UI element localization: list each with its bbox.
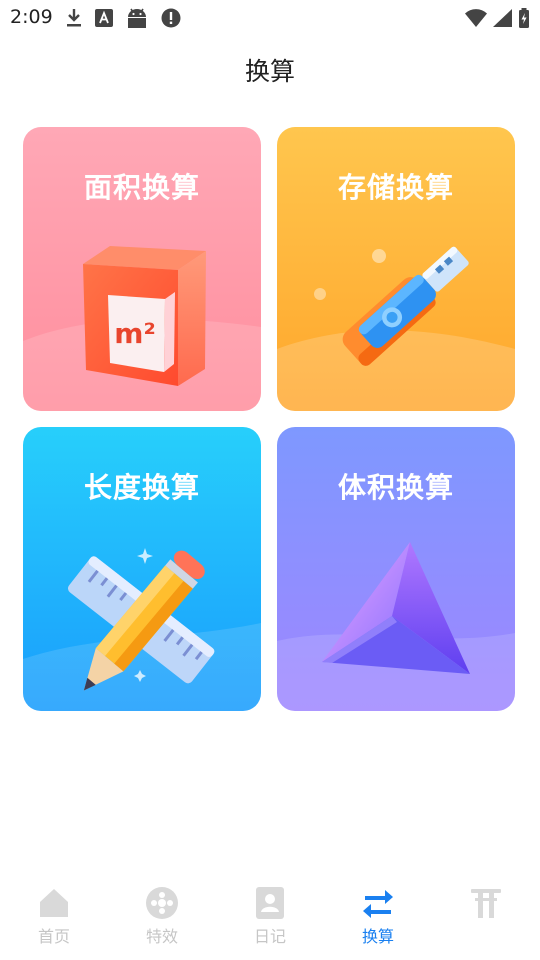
nav-item-home[interactable]: 首页 bbox=[0, 886, 108, 950]
nav-label-diary: 日记 bbox=[253, 927, 286, 946]
nav-label-home: 首页 bbox=[37, 927, 70, 946]
nav-item-gate[interactable] bbox=[432, 886, 540, 950]
effects-icon bbox=[146, 887, 178, 919]
wifi-icon bbox=[465, 9, 487, 27]
nav-label-convert: 换算 bbox=[361, 927, 394, 946]
storage-card-title: 存储换算 bbox=[337, 171, 454, 204]
diary-icon bbox=[256, 887, 284, 919]
font-a-icon bbox=[95, 9, 113, 27]
signal-icon bbox=[493, 9, 512, 27]
pencil-ruler-icon bbox=[68, 548, 215, 691]
battery-charging-icon bbox=[519, 8, 529, 28]
nav-item-convert[interactable]: 换算 bbox=[324, 886, 432, 950]
page-title: 换算 bbox=[244, 57, 295, 86]
usb-drive-icon bbox=[314, 246, 469, 366]
area-card-title: 面积换算 bbox=[83, 171, 200, 204]
storage-convert-card[interactable]: 存储换算 bbox=[277, 127, 515, 411]
pyramid-icon bbox=[322, 542, 470, 674]
android-icon bbox=[128, 8, 146, 28]
status-icons-left bbox=[66, 7, 181, 29]
status-bar: 2:09 bbox=[0, 0, 540, 36]
alert-icon bbox=[161, 8, 181, 28]
bottom-nav: 首页 特效 日记 换算 bbox=[0, 876, 540, 960]
area-convert-card[interactable]: 面积换算 m² bbox=[23, 127, 261, 411]
nav-item-effects[interactable]: 特效 bbox=[108, 886, 216, 950]
area-icon-label: m² bbox=[114, 317, 155, 350]
nav-label-effects: 特效 bbox=[145, 927, 178, 946]
volume-card-title: 体积换算 bbox=[337, 471, 454, 504]
convert-arrows-icon bbox=[363, 890, 393, 918]
gate-icon bbox=[471, 889, 501, 918]
volume-convert-card[interactable]: 体积换算 bbox=[277, 427, 515, 711]
status-time: 2:09 bbox=[10, 6, 53, 28]
nav-item-diary[interactable]: 日记 bbox=[216, 886, 324, 950]
length-card-title: 长度换算 bbox=[83, 471, 200, 504]
status-icons-right bbox=[465, 7, 530, 29]
area-m2-block-icon: m² bbox=[83, 246, 206, 386]
length-convert-card[interactable]: 长度换算 bbox=[23, 427, 261, 711]
home-icon bbox=[40, 889, 68, 917]
download-icon bbox=[67, 9, 81, 27]
